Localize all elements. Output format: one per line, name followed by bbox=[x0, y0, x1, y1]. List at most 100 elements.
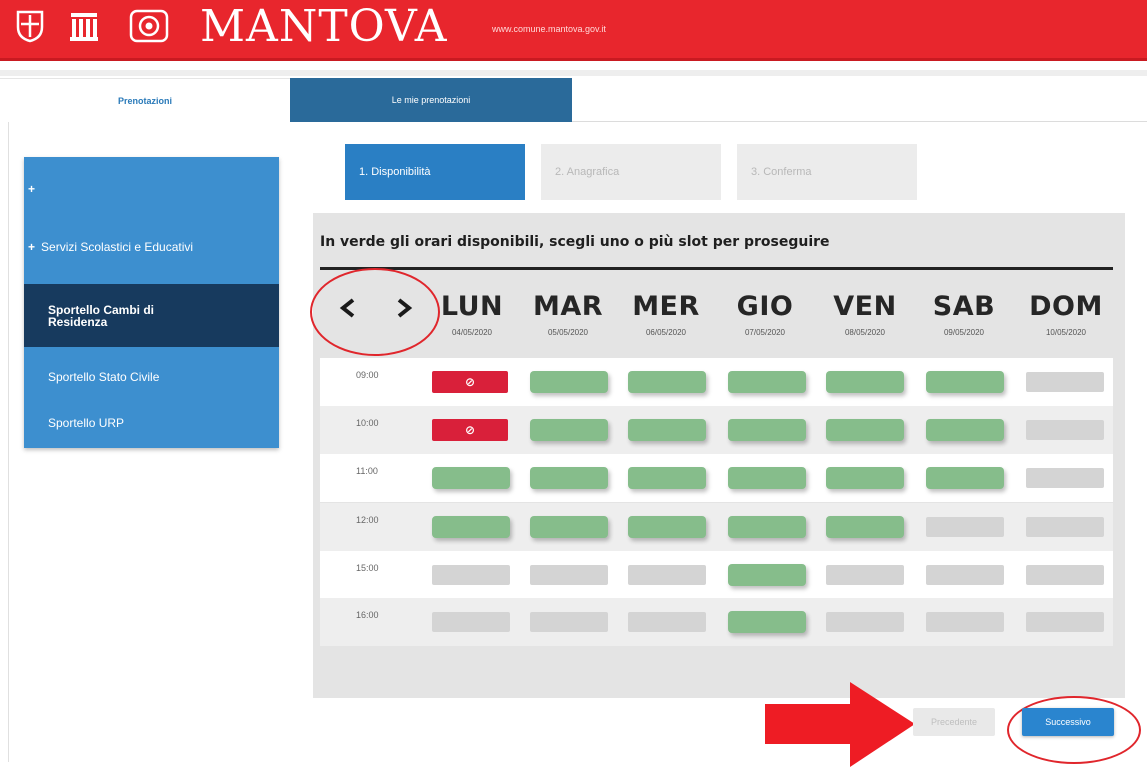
day-header-gio: GIO 07/05/2020 bbox=[720, 290, 810, 337]
day-header-mar: MAR 05/05/2020 bbox=[523, 290, 613, 337]
slot-empty bbox=[432, 565, 510, 585]
day-name: SAB bbox=[932, 291, 996, 322]
previous-button[interactable]: Precedente bbox=[913, 708, 995, 736]
slot-available[interactable] bbox=[628, 516, 706, 538]
blocked-icon: ⊘ bbox=[464, 423, 476, 437]
site-header: MANTOVA www.comune.mantova.gov.it bbox=[0, 0, 1147, 61]
time-label: 15:00 bbox=[356, 563, 379, 573]
day-date: 07/05/2020 bbox=[744, 328, 786, 337]
day-date: 09/05/2020 bbox=[943, 328, 985, 337]
slot-blocked: ⊘ bbox=[432, 419, 508, 441]
site-url[interactable]: www.comune.mantova.gov.it bbox=[492, 24, 606, 34]
slot-available[interactable] bbox=[728, 611, 806, 633]
day-name: MER bbox=[632, 291, 700, 322]
sidebar-item-urp[interactable]: Sportello URP bbox=[24, 413, 279, 433]
slot-available[interactable] bbox=[728, 419, 806, 441]
slot-empty bbox=[826, 612, 904, 632]
slot-available[interactable] bbox=[628, 371, 706, 393]
tab-divider bbox=[572, 121, 1147, 122]
slot-available[interactable] bbox=[432, 516, 510, 538]
day-name: VEN bbox=[833, 291, 897, 322]
header-rule bbox=[320, 267, 1113, 270]
tab-prenotazioni[interactable]: Prenotazioni bbox=[0, 78, 290, 123]
step-conferma: 3. Conferma bbox=[737, 144, 917, 200]
slot-empty bbox=[1026, 565, 1104, 585]
day-name: DOM bbox=[1029, 291, 1103, 322]
slot-available[interactable] bbox=[728, 371, 806, 393]
time-label: 12:00 bbox=[356, 515, 379, 525]
sidebar-item-cambi-residenza[interactable]: Sportello Cambi di Residenza bbox=[24, 284, 279, 347]
day-header-dom: DOM 10/05/2020 bbox=[1021, 290, 1111, 337]
sidebar-item-label: Sportello URP bbox=[48, 416, 125, 430]
day-date: 05/05/2020 bbox=[547, 328, 589, 337]
day-date: 06/05/2020 bbox=[645, 328, 687, 337]
slot-empty bbox=[1026, 468, 1104, 488]
slot-available[interactable] bbox=[530, 419, 608, 441]
slot-available[interactable] bbox=[432, 467, 510, 489]
time-label: 09:00 bbox=[356, 370, 379, 380]
annotation-arrow-icon bbox=[765, 682, 915, 767]
slot-empty bbox=[628, 565, 706, 585]
day-name: GIO bbox=[736, 291, 794, 322]
slot-available[interactable] bbox=[628, 467, 706, 489]
plus-icon: + bbox=[28, 182, 36, 196]
slot-empty bbox=[1026, 372, 1104, 392]
slot-available[interactable] bbox=[826, 467, 904, 489]
sidebar-item-label: Sportello Stato Civile bbox=[48, 370, 160, 384]
slot-available[interactable] bbox=[530, 371, 608, 393]
sidebar-item-label: Servizi Scolastici e Educativi bbox=[41, 240, 194, 254]
slot-empty bbox=[926, 612, 1004, 632]
slot-empty bbox=[530, 565, 608, 585]
slot-available[interactable] bbox=[926, 371, 1004, 393]
slot-empty bbox=[826, 565, 904, 585]
time-row: 10:00 ⊘ bbox=[320, 406, 1113, 454]
slot-available[interactable] bbox=[826, 419, 904, 441]
slot-available[interactable] bbox=[728, 516, 806, 538]
day-date: 04/05/2020 bbox=[451, 328, 493, 337]
slot-empty bbox=[926, 517, 1004, 537]
sidebar-item-expand[interactable]: + bbox=[24, 179, 279, 199]
day-name: LUN bbox=[440, 291, 504, 322]
slot-available[interactable] bbox=[926, 467, 1004, 489]
crest-icon bbox=[14, 9, 46, 43]
sidebar-item-servizi-scolastici[interactable]: + Servizi Scolastici e Educativi bbox=[24, 237, 279, 257]
slot-available[interactable] bbox=[628, 419, 706, 441]
blocked-icon: ⊘ bbox=[464, 375, 476, 389]
slot-empty bbox=[1026, 612, 1104, 632]
next-button[interactable]: Successivo bbox=[1022, 708, 1114, 736]
time-row: 11:00 bbox=[320, 454, 1113, 502]
day-name: MAR bbox=[532, 291, 604, 322]
tower-icon bbox=[68, 9, 100, 43]
day-header-ven: VEN 08/05/2020 bbox=[820, 290, 910, 337]
sidebar-item-stato-civile[interactable]: Sportello Stato Civile bbox=[24, 367, 279, 387]
slot-empty bbox=[530, 612, 608, 632]
plus-icon: + bbox=[28, 240, 36, 254]
step-anagrafica: 2. Anagrafica bbox=[541, 144, 721, 200]
slot-available[interactable] bbox=[728, 467, 806, 489]
tab-mie-prenotazioni[interactable]: Le mie prenotazioni bbox=[290, 78, 572, 122]
content-border bbox=[8, 122, 9, 762]
slot-empty bbox=[1026, 517, 1104, 537]
slot-blocked: ⊘ bbox=[432, 371, 508, 393]
slot-empty bbox=[1026, 420, 1104, 440]
annotation-circle-nav bbox=[310, 268, 440, 356]
slot-available[interactable] bbox=[530, 467, 608, 489]
slot-available[interactable] bbox=[530, 516, 608, 538]
time-label: 10:00 bbox=[356, 418, 379, 428]
time-row: 15:00 bbox=[320, 551, 1113, 599]
slot-empty bbox=[432, 612, 510, 632]
service-sidebar: + + Servizi Scolastici e Educativi Sport… bbox=[24, 157, 279, 448]
slot-empty bbox=[926, 565, 1004, 585]
time-row: 16:00 bbox=[320, 598, 1113, 646]
slot-available[interactable] bbox=[826, 371, 904, 393]
slot-available[interactable] bbox=[826, 516, 904, 538]
day-date: 10/05/2020 bbox=[1045, 328, 1087, 337]
step-disponibilita[interactable]: 1. Disponibilità bbox=[345, 144, 525, 200]
day-date: 08/05/2020 bbox=[844, 328, 886, 337]
time-row: 09:00 ⊘ bbox=[320, 358, 1113, 406]
slot-available[interactable] bbox=[926, 419, 1004, 441]
calendar-instruction: In verde gli orari disponibili, scegli u… bbox=[320, 234, 830, 250]
time-label: 11:00 bbox=[356, 466, 378, 476]
day-header-lun: LUN 04/05/2020 bbox=[427, 290, 517, 337]
slot-available[interactable] bbox=[728, 564, 806, 586]
